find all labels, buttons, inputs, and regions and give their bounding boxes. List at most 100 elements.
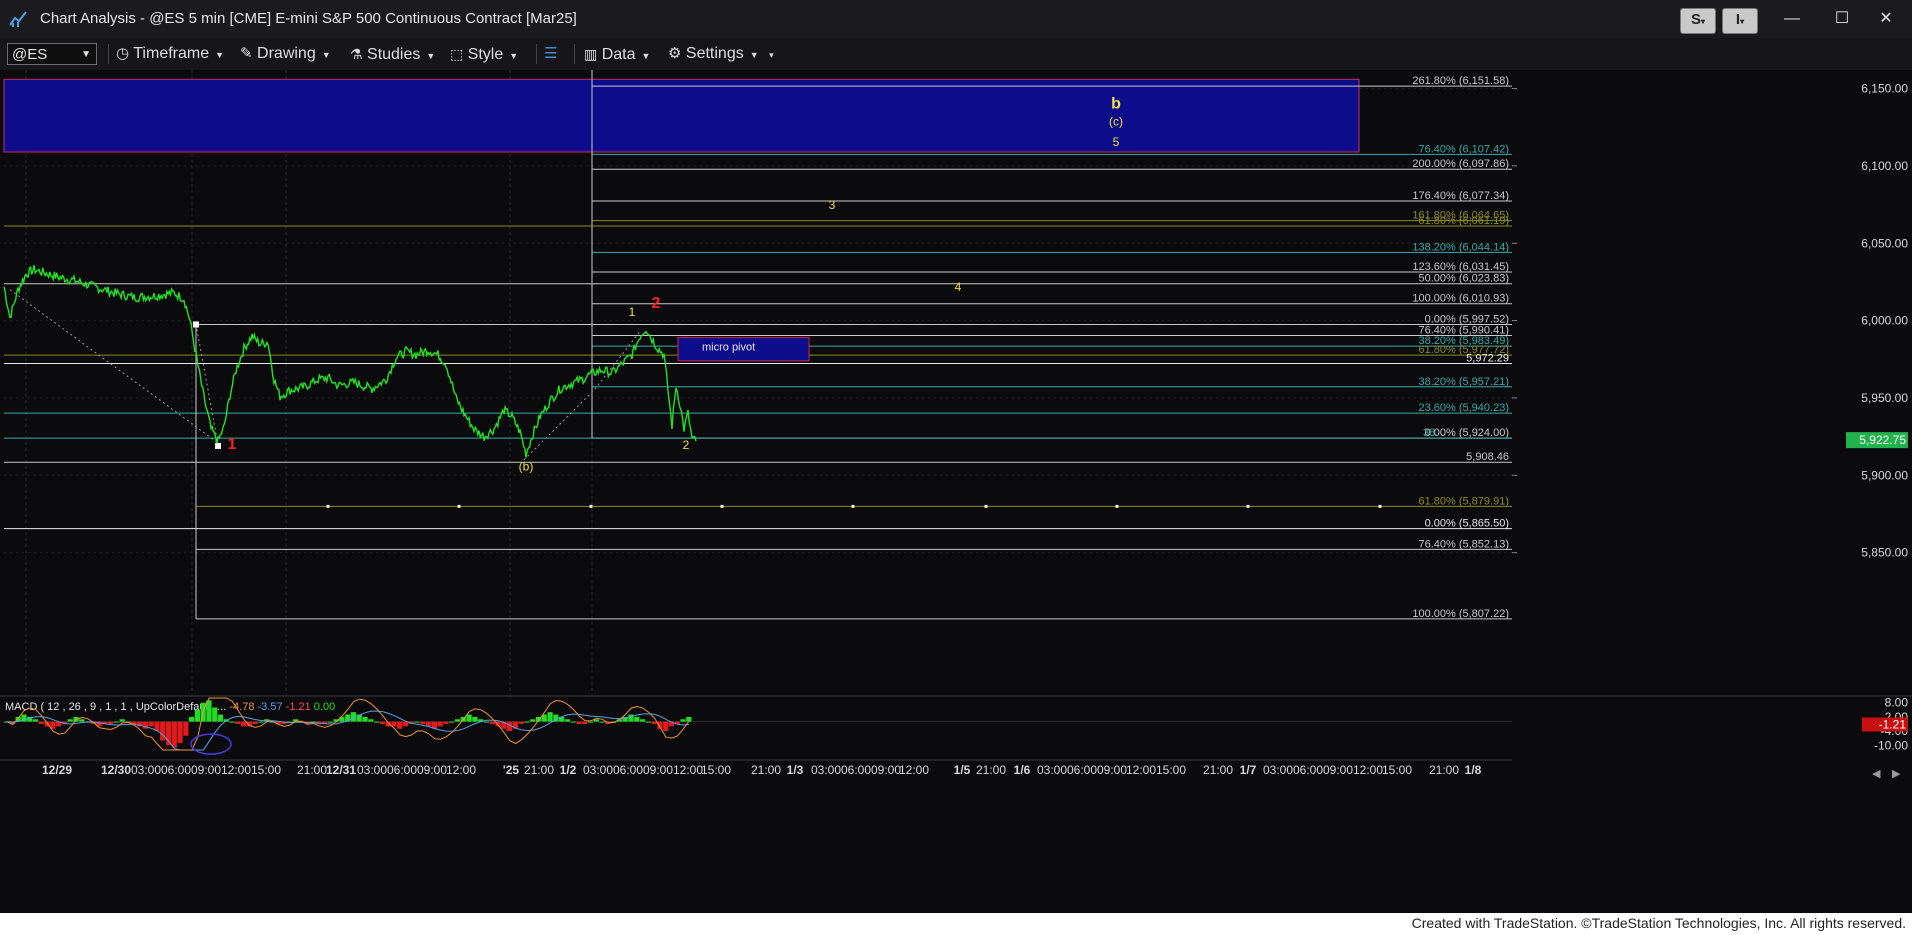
- style-menu[interactable]: ⬚ Style ▼: [450, 43, 518, 65]
- macd-histogram-bar: [119, 719, 125, 722]
- macd-histogram-bar: [189, 716, 195, 722]
- time-axis-label: 1/3: [787, 763, 804, 777]
- time-axis-label: 12:00: [221, 763, 251, 777]
- macd-histogram-bar: [680, 719, 686, 722]
- scroll-left-icon: ◀: [1872, 768, 1881, 780]
- macd-histogram-bar: [582, 721, 588, 724]
- quote-field: B=5,922.75: [227, 70, 287, 71]
- fib-level-label: 0.00% (5,924.00): [1425, 427, 1509, 439]
- drawing-label: Drawing: [257, 45, 316, 62]
- time-axis-label: 09:00: [643, 763, 673, 777]
- quote-field: L=5,922.75: [96, 70, 154, 71]
- bars-icon: ▥: [584, 46, 598, 62]
- price-axis-label: 6,150.00: [1861, 82, 1908, 96]
- gear-icon: ⚙: [668, 45, 682, 62]
- wave-count-lines: [9, 289, 641, 461]
- fib-level-label: 5,972.29: [1466, 352, 1509, 364]
- macd-histogram-bar: [113, 721, 120, 723]
- macd-histogram-bar: [379, 721, 386, 724]
- time-axis-label: 12/31: [326, 763, 356, 777]
- macd-histogram-bar: [368, 719, 374, 722]
- macd-histogram-bar: [651, 721, 657, 724]
- toolbar-divider: [108, 44, 109, 64]
- macd-histogram-bar: [183, 721, 189, 736]
- macd-histogram-bar: [148, 721, 154, 727]
- drawing-menu[interactable]: ✎ Drawing ▼: [240, 43, 331, 65]
- wave-label: 1: [228, 436, 237, 453]
- time-axis-label: 21:00: [524, 763, 554, 777]
- macd-histogram-bar: [258, 721, 264, 723]
- settings-menu[interactable]: ⚙ Settings ▼ ▾: [668, 43, 774, 65]
- macd-histogram-bar: [32, 719, 39, 722]
- time-axis-label: 09:00: [1323, 763, 1353, 777]
- price-axis: 5,850.00 5,900.00 5,950.00 6,000.00 6,050.00…: [1512, 82, 1908, 560]
- quote-line: @ES - 5 min CME L=5,922.75 -13.00 -0.22%…: [6, 70, 589, 71]
- chevron-down-icon: ▼: [215, 50, 225, 60]
- macd-value: -4.78: [226, 701, 254, 713]
- macd-histogram-bar: [362, 716, 368, 722]
- chart-analysis-window: Chart Analysis - @ES 5 min [CME] E-mini …: [0, 0, 1912, 935]
- flask-icon: ⚗: [350, 46, 363, 62]
- time-axis-label: 1/7: [1240, 763, 1257, 777]
- s-button[interactable]: S▾: [1680, 8, 1716, 34]
- chart-app-icon: [9, 10, 27, 28]
- chart-canvas[interactable]: 261.80% (6,151.58) 76.40% (6,107.42) 200.0…: [0, 70, 1912, 913]
- studies-menu[interactable]: ⚗ Studies ▼: [350, 43, 435, 65]
- wave-label: (c): [1109, 115, 1123, 129]
- i-button[interactable]: I▾: [1722, 8, 1758, 34]
- wave-connector-line: [523, 331, 641, 461]
- wave-label: 5: [1113, 135, 1120, 149]
- data-menu[interactable]: ▥ Data ▼: [584, 43, 650, 65]
- macd-histogram-bar: [449, 721, 455, 723]
- fib-level-label: 123.60% (6,031.45): [1412, 261, 1509, 273]
- price-axis-label: 6,050.00: [1861, 236, 1908, 250]
- close-button[interactable]: ✕: [1866, 6, 1906, 32]
- macd-histogram-bar: [587, 721, 594, 723]
- wave-label: 2: [683, 438, 690, 452]
- macd-histogram-bar: [79, 719, 85, 722]
- macd-histogram-bar: [420, 721, 426, 724]
- minimize-button[interactable]: —: [1772, 6, 1812, 32]
- fib-marker-dot: [1115, 504, 1119, 508]
- maximize-button[interactable]: ☐: [1822, 6, 1862, 32]
- macd-histogram-bar: [443, 721, 449, 724]
- quote-field: -13.00: [154, 70, 188, 71]
- time-axis-label: 12:00: [1126, 763, 1156, 777]
- time-axis-label: 21:00: [1203, 763, 1233, 777]
- layout-button[interactable]: ☰: [544, 43, 557, 65]
- macd-histogram-bar: [663, 721, 669, 732]
- time-axis-label: 03:00: [131, 763, 161, 777]
- macd-histogram-bar: [570, 721, 576, 723]
- timeframe-menu[interactable]: ◷ Timeframe ▼: [116, 43, 224, 65]
- fib-marker-dot: [720, 504, 724, 508]
- time-axis-label: 12:00: [446, 763, 476, 777]
- macd-histogram-bar: [472, 716, 478, 722]
- wave-label: 1: [629, 305, 636, 319]
- macd-histogram-bar: [518, 721, 524, 724]
- macd-title: MACD ( 12 , 26 , 9 , 1 , 1 , UpColorDefa…: [5, 701, 335, 713]
- time-axis-label: 21:00: [1429, 763, 1459, 777]
- fib-marker-dot: [1378, 504, 1382, 508]
- macd-histogram-bar: [217, 714, 224, 722]
- macd-histogram-bar: [414, 721, 420, 723]
- macd-histogram-bar: [547, 712, 553, 722]
- fib-level-label: 0.00% (5,865.50): [1425, 518, 1509, 530]
- scroll-right-icon: ▶: [1892, 768, 1901, 780]
- fib-level-label: 61.80% (6,061.19): [1418, 215, 1509, 227]
- macd-histogram-bar: [206, 700, 212, 722]
- macd-panel: MACD ( 12 , 26 , 9 , 1 , 1 , UpColorDefa…: [0, 695, 1912, 755]
- wave-label: 3: [829, 198, 836, 212]
- symbol-select[interactable]: @ES ▼: [7, 43, 97, 65]
- micro-pivot-label: micro pivot: [702, 342, 755, 354]
- macd-histogram-bar: [483, 721, 490, 723]
- time-axis-label: 1/5: [954, 763, 971, 777]
- macd-histogram-bar: [177, 721, 183, 743]
- anchor-marker: [215, 442, 221, 449]
- grid-lines: [4, 70, 1512, 700]
- time-axis-label: 15:00: [1156, 763, 1186, 777]
- symbol-value: @ES: [12, 46, 48, 63]
- time-axis-label: 1/6: [1014, 763, 1031, 777]
- macd-histogram-bar: [576, 721, 582, 724]
- macd-value: MACD ( 12 , 26 , 9 , 1 , 1 , UpColorDefa…: [5, 701, 226, 713]
- time-axis-label: 12:00: [1353, 763, 1383, 777]
